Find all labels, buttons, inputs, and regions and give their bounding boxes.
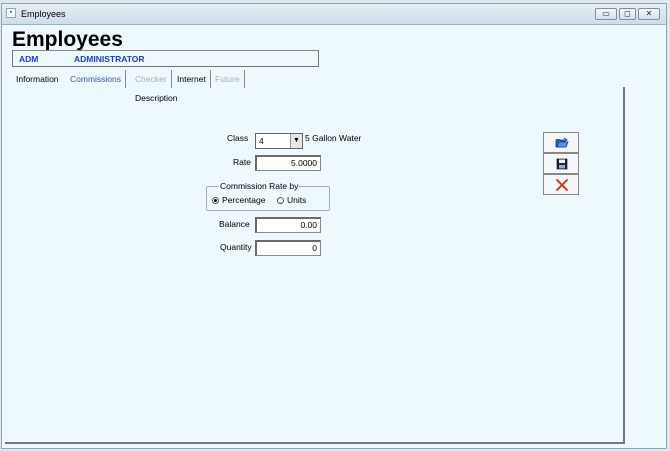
user-bar-divider bbox=[13, 50, 318, 51]
tab-checker[interactable]: Checker bbox=[131, 70, 172, 88]
delete-x-icon bbox=[555, 179, 569, 191]
user-code: ADM bbox=[19, 54, 39, 64]
save-disk-icon bbox=[556, 158, 568, 170]
radio-percentage[interactable]: Percentage bbox=[212, 195, 265, 205]
description-label: Description bbox=[135, 93, 178, 103]
quantity-input[interactable]: 0 bbox=[255, 240, 321, 256]
window-title: Employees bbox=[21, 9, 66, 19]
open-button[interactable] bbox=[543, 132, 579, 153]
class-select-value: 4 bbox=[259, 136, 264, 146]
class-label: Class bbox=[227, 133, 249, 143]
delete-button[interactable] bbox=[543, 174, 579, 195]
rate-input[interactable]: 5.0000 bbox=[255, 155, 321, 171]
tab-information[interactable]: Information bbox=[12, 70, 63, 88]
tab-commissions[interactable]: Commissions bbox=[66, 70, 127, 88]
class-description: 5 Gallon Water bbox=[305, 133, 362, 143]
quantity-label: Quantity bbox=[220, 242, 252, 252]
title-bar: ▪ Employees ▭ ◻ ✕ bbox=[2, 4, 666, 25]
radio-selected-icon bbox=[212, 197, 219, 204]
balance-input[interactable]: 0.00 bbox=[255, 217, 321, 233]
commission-rate-group-label: Commission Rate by bbox=[219, 181, 300, 191]
user-name: ADMINISTRATOR bbox=[74, 54, 145, 64]
radio-units[interactable]: Units bbox=[277, 195, 306, 205]
app-icon: ▪ bbox=[6, 8, 16, 18]
close-button[interactable]: ✕ bbox=[638, 8, 660, 20]
radio-units-label: Units bbox=[287, 195, 307, 205]
user-bar: ADM ADMINISTRATOR bbox=[12, 50, 319, 67]
class-select[interactable]: 4 ▼ bbox=[255, 133, 303, 149]
open-folder-icon bbox=[555, 137, 569, 148]
radio-unselected-icon bbox=[277, 197, 284, 204]
balance-label: Balance bbox=[219, 219, 250, 229]
restore-button[interactable]: ◻ bbox=[619, 8, 636, 20]
tab-internet[interactable]: Internet bbox=[173, 70, 211, 88]
rate-label: Rate bbox=[233, 157, 251, 167]
page-title: Employees bbox=[12, 28, 123, 51]
minimize-button[interactable]: ▭ bbox=[595, 8, 617, 20]
radio-percentage-label: Percentage bbox=[222, 195, 266, 205]
save-button[interactable] bbox=[543, 153, 579, 174]
chevron-down-icon[interactable]: ▼ bbox=[290, 134, 302, 148]
tab-future[interactable]: Future bbox=[211, 70, 245, 88]
employees-window: ▪ Employees ▭ ◻ ✕ Employees ADM ADMINIST… bbox=[1, 3, 667, 449]
